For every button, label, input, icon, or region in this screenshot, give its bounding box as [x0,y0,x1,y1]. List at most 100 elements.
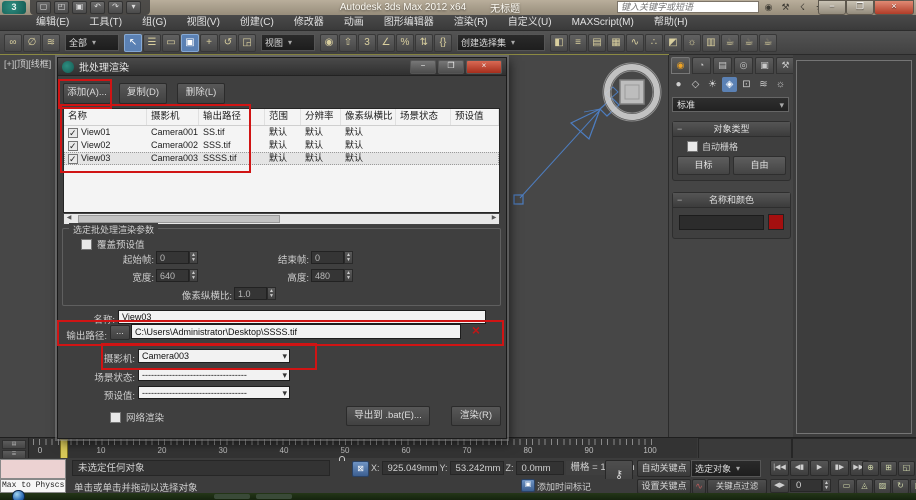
clear-output-icon[interactable]: × [467,323,485,339]
macro-recorder-pane[interactable] [0,459,66,479]
width-field[interactable]: 640 [156,269,189,282]
dialog-close-button[interactable]: × [466,60,502,74]
nav-icon[interactable]: ⊞ [880,461,897,476]
toolbar-icon[interactable]: ↖ [124,34,142,52]
name-color-rollout-header[interactable]: 名称和颜色 [673,193,790,208]
toolbar-icon[interactable]: ≡ [569,34,587,52]
scene-state-dropdown[interactable]: ----------------------------------- [138,368,290,381]
table-row[interactable]: View01 Camera001 SS.tif 默认 默认 默认 [64,126,499,139]
playback-button[interactable]: ▶ [810,460,829,476]
key-filters-curve-icon[interactable]: ∿ [692,479,706,494]
toolbar-icon[interactable]: ⇧ [339,34,357,52]
preset-dropdown[interactable]: ----------------------------------- [138,386,290,399]
current-frame-spinner[interactable] [822,479,831,492]
playback-button[interactable]: ▮▶ [830,460,849,476]
category-icon[interactable]: ⊡ [739,77,754,92]
panel-tab-icon[interactable]: ◉ [671,57,690,74]
mini-trackview-buttons[interactable]: ▤ ☰ [2,440,26,457]
key-mode-toggle-icon[interactable]: ◀▶ [770,479,789,493]
app-logo-icon[interactable]: 3 [2,1,26,14]
menu-item[interactable]: 修改器 [284,15,334,31]
toolbar-icon[interactable]: ∿ [626,34,644,52]
toolbar-icon[interactable]: {} [434,34,452,52]
close-button[interactable]: × [874,0,914,15]
object-type-rollout-header[interactable]: 对象类型 [673,122,790,137]
x-coordinate-field[interactable]: 925.049mm [382,461,438,475]
named-selection-set-dropdown[interactable]: 创建选择集 [457,34,545,51]
duplicate-button[interactable]: 复制(D) [119,83,167,104]
row-enabled-checkbox[interactable] [68,141,78,151]
object-color-swatch[interactable] [768,214,784,230]
qat-icon[interactable]: ↷ [108,1,123,14]
column-header[interactable]: 场景状态 [396,109,451,125]
qat-icon[interactable]: ▣ [72,1,87,14]
minimize-button[interactable]: − [818,0,846,15]
panel-tab-icon[interactable]: ◔ [692,57,711,74]
toolbar-icon[interactable]: ☕ [740,34,758,52]
toolbar-icon[interactable]: ∅ [23,34,41,52]
toolbar-icon[interactable]: ↺ [219,34,237,52]
width-spinner[interactable] [189,269,198,282]
toolbar-icon[interactable]: ◲ [238,34,256,52]
toolbar-icon[interactable]: ∠ [377,34,395,52]
column-header[interactable]: 摄影机 [147,109,199,125]
toolbar-icon[interactable]: ≋ [42,34,60,52]
toolbar-icon[interactable]: + [200,34,218,52]
current-frame-field[interactable]: 0 [790,479,822,492]
infocenter-icon[interactable]: ⚒ [779,1,792,13]
start-frame-field[interactable]: 0 [156,251,189,264]
network-render-checkbox[interactable] [110,412,121,423]
toolbar-icon[interactable]: ☕ [759,34,777,52]
toolbar-icon[interactable]: % [396,34,414,52]
key-filters-button[interactable]: 关键点过滤器... [707,479,767,494]
toolbar-icon[interactable]: ▭ [162,34,180,52]
menu-item[interactable]: 编辑(E) [26,15,79,31]
row-enabled-checkbox[interactable] [68,154,78,164]
toolbar-icon[interactable]: ∞ [4,34,22,52]
scrollbar-thumb[interactable] [78,215,280,223]
category-icon[interactable]: ◈ [722,77,737,92]
selection-filter-keying-dropdown[interactable]: 选定对象 [691,460,761,477]
menu-item[interactable]: 视图(V) [177,15,230,31]
category-icon[interactable]: ☀ [705,77,720,92]
render-button[interactable]: 渲染(R) [451,406,501,426]
dialog-maximize-button[interactable]: ❐ [438,60,464,74]
target-camera-button[interactable]: 目标 [677,156,730,175]
scroll-left-arrow-icon[interactable]: ◀ [64,214,74,222]
add-time-tag-label[interactable]: 添加时间标记 [537,480,591,493]
menu-item[interactable]: 动画 [334,15,374,31]
add-button[interactable]: 添加(A)... [63,83,111,104]
nav-icon[interactable]: ◱ [898,461,915,476]
start-button[interactable] [12,490,25,500]
camera-dropdown[interactable]: Camera003 [138,349,290,363]
column-header[interactable]: 名称 [64,109,147,125]
toolbar-icon[interactable]: ☼ [683,34,701,52]
selection-filter-dropdown[interactable]: 全部 [65,34,119,51]
search-input[interactable] [617,1,759,13]
column-header[interactable]: 分辨率 [301,109,341,125]
toolbar-icon[interactable]: ◉ [320,34,338,52]
dialog-title-bar[interactable]: 批处理渲染 − ❐ × [58,58,506,76]
menu-item[interactable]: 工具(T) [79,15,132,31]
nav-icon[interactable]: ◳ [910,479,916,494]
panel-tab-icon[interactable]: ◎ [734,57,753,74]
viewcube[interactable] [603,63,661,121]
menu-item[interactable]: 创建(C) [230,15,284,31]
override-preset-checkbox[interactable] [81,239,92,250]
camera-class-dropdown[interactable]: 标准 [672,97,789,112]
qat-icon[interactable]: ↶ [90,1,105,14]
qat-icon[interactable]: ◰ [54,1,69,14]
height-spinner[interactable] [344,269,353,282]
export-bat-button[interactable]: 导出到 .bat(E)... [346,406,430,426]
pixel-aspect-spinner[interactable] [267,287,276,300]
table-row[interactable]: View02 Camera002 SSS.tif 默认 默认 默认 [64,139,499,152]
playback-button[interactable]: |◀◀ [770,460,789,476]
toolbar-icon[interactable]: ◩ [664,34,682,52]
dialog-minimize-button[interactable]: − [410,60,436,74]
height-field[interactable]: 480 [311,269,344,282]
column-header[interactable]: 预设值 [451,109,499,125]
taskbar-item[interactable] [214,494,250,499]
toolbar-icon[interactable]: ▥ [702,34,720,52]
end-frame-field[interactable]: 0 [311,251,344,264]
category-icon[interactable]: ◇ [688,77,703,92]
